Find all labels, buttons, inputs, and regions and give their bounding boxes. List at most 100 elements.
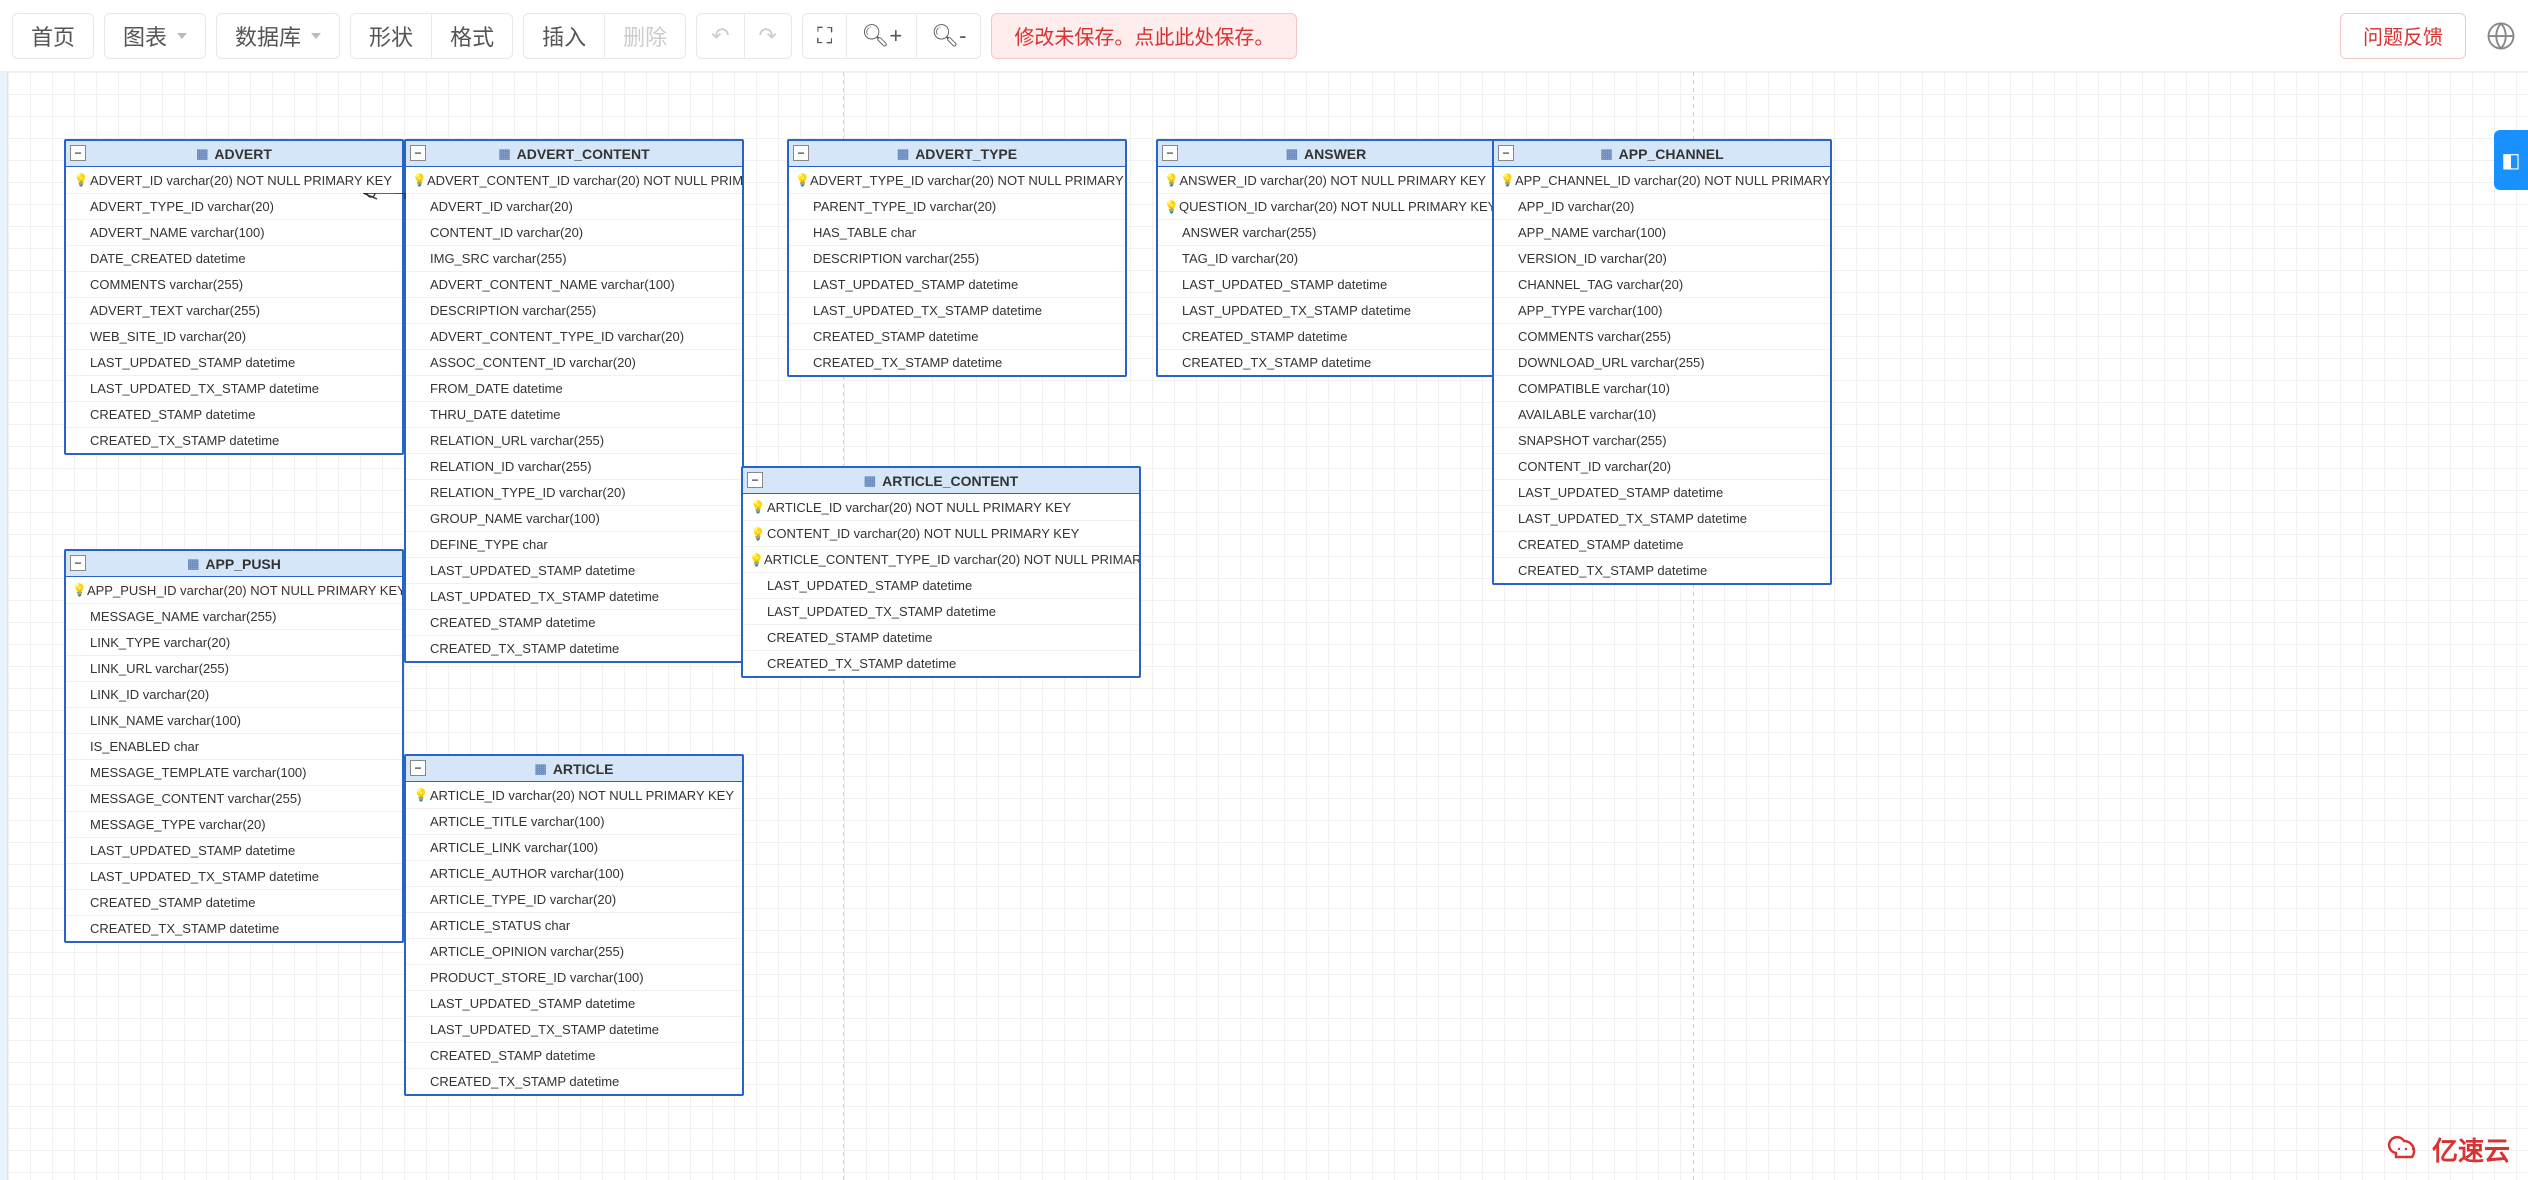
delete-button[interactable]: 删除	[604, 13, 686, 59]
column-row[interactable]: LAST_UPDATED_TX_STAMP datetime	[1158, 297, 1494, 323]
column-row[interactable]: LAST_UPDATED_TX_STAMP datetime	[406, 1016, 742, 1042]
column-row[interactable]: 💡APP_PUSH_ID varchar(20) NOT NULL PRIMAR…	[66, 577, 402, 603]
column-row[interactable]: ADVERT_TYPE_ID varchar(20)	[66, 193, 402, 219]
column-row[interactable]: CREATED_STAMP datetime	[66, 889, 402, 915]
entity-advert_type[interactable]: −▦ADVERT_TYPE💡ADVERT_TYPE_ID varchar(20)…	[787, 139, 1127, 377]
column-row[interactable]: DEFINE_TYPE char	[406, 531, 742, 557]
column-row[interactable]: ADVERT_ID varchar(20)	[406, 193, 742, 219]
column-row[interactable]: ARTICLE_STATUS char	[406, 912, 742, 938]
zoom-out-button[interactable]: 🔍︎-	[916, 13, 981, 59]
column-row[interactable]: CREATED_TX_STAMP datetime	[406, 635, 742, 661]
database-dropdown[interactable]: 数据库	[216, 13, 340, 59]
collapse-toggle[interactable]: −	[410, 145, 426, 161]
zoom-in-button[interactable]: 🔍︎+	[846, 13, 916, 59]
column-row[interactable]: ARTICLE_AUTHOR varchar(100)	[406, 860, 742, 886]
column-row[interactable]: MESSAGE_CONTENT varchar(255)	[66, 785, 402, 811]
column-row[interactable]: LINK_TYPE varchar(20)	[66, 629, 402, 655]
column-row[interactable]: COMMENTS varchar(255)	[1494, 323, 1830, 349]
column-row[interactable]: ARTICLE_LINK varchar(100)	[406, 834, 742, 860]
entity-article_content[interactable]: −▦ARTICLE_CONTENT💡ARTICLE_ID varchar(20)…	[741, 466, 1141, 678]
feedback-button[interactable]: 问题反馈	[2340, 13, 2466, 59]
column-row[interactable]: CREATED_STAMP datetime	[1158, 323, 1494, 349]
collapse-toggle[interactable]: −	[1498, 145, 1514, 161]
column-row[interactable]: PARENT_TYPE_ID varchar(20)	[789, 193, 1125, 219]
column-row[interactable]: LAST_UPDATED_STAMP datetime	[1494, 479, 1830, 505]
column-row[interactable]: DESCRIPTION varchar(255)	[406, 297, 742, 323]
column-row[interactable]: CONTENT_ID varchar(20)	[406, 219, 742, 245]
column-row[interactable]: 💡ARTICLE_ID varchar(20) NOT NULL PRIMARY…	[406, 782, 742, 808]
collapse-toggle[interactable]: −	[1162, 145, 1178, 161]
column-row[interactable]: AVAILABLE varchar(10)	[1494, 401, 1830, 427]
column-row[interactable]: LAST_UPDATED_STAMP datetime	[743, 572, 1139, 598]
column-row[interactable]: APP_NAME varchar(100)	[1494, 219, 1830, 245]
column-row[interactable]: LINK_URL varchar(255)	[66, 655, 402, 681]
column-row[interactable]: FROM_DATE datetime	[406, 375, 742, 401]
collapse-toggle[interactable]: −	[793, 145, 809, 161]
column-row[interactable]: 💡ARTICLE_ID varchar(20) NOT NULL PRIMARY…	[743, 494, 1139, 520]
column-row[interactable]: DESCRIPTION varchar(255)	[789, 245, 1125, 271]
collapse-toggle[interactable]: −	[747, 472, 763, 488]
entity-app_push[interactable]: −▦APP_PUSH💡APP_PUSH_ID varchar(20) NOT N…	[64, 549, 404, 943]
column-row[interactable]: LAST_UPDATED_TX_STAMP datetime	[1494, 505, 1830, 531]
column-row[interactable]: MESSAGE_NAME varchar(255)	[66, 603, 402, 629]
column-row[interactable]: SNAPSHOT varchar(255)	[1494, 427, 1830, 453]
column-row[interactable]: LAST_UPDATED_STAMP datetime	[406, 557, 742, 583]
column-row[interactable]: LAST_UPDATED_STAMP datetime	[1158, 271, 1494, 297]
column-row[interactable]: LAST_UPDATED_STAMP datetime	[66, 837, 402, 863]
column-row[interactable]: CREATED_TX_STAMP datetime	[66, 915, 402, 941]
column-row[interactable]: 💡ADVERT_CONTENT_ID varchar(20) NOT NULL …	[406, 167, 742, 193]
entity-header[interactable]: −▦ADVERT_TYPE	[789, 141, 1125, 167]
entity-header[interactable]: −▦APP_CHANNEL	[1494, 141, 1830, 167]
column-row[interactable]: THRU_DATE datetime	[406, 401, 742, 427]
column-row[interactable]: LAST_UPDATED_STAMP datetime	[789, 271, 1125, 297]
column-row[interactable]: CREATED_STAMP datetime	[66, 401, 402, 427]
column-row[interactable]: APP_TYPE varchar(100)	[1494, 297, 1830, 323]
right-side-tab[interactable]: ◧	[2494, 130, 2528, 190]
column-row[interactable]: CREATED_TX_STAMP datetime	[789, 349, 1125, 375]
column-row[interactable]: WEB_SITE_ID varchar(20)	[66, 323, 402, 349]
entity-header[interactable]: −▦ARTICLE_CONTENT	[743, 468, 1139, 494]
column-row[interactable]: LINK_ID varchar(20)	[66, 681, 402, 707]
column-row[interactable]: 💡CONTENT_ID varchar(20) NOT NULL PRIMARY…	[743, 520, 1139, 546]
entity-advert_content[interactable]: −▦ADVERT_CONTENT💡ADVERT_CONTENT_ID varch…	[404, 139, 744, 663]
column-row[interactable]: CREATED_TX_STAMP datetime	[1494, 557, 1830, 583]
insert-button[interactable]: 插入	[523, 13, 604, 59]
entity-app_channel[interactable]: −▦APP_CHANNEL💡APP_CHANNEL_ID varchar(20)…	[1492, 139, 1832, 585]
column-row[interactable]: APP_ID varchar(20)	[1494, 193, 1830, 219]
column-row[interactable]: CREATED_TX_STAMP datetime	[743, 650, 1139, 676]
column-row[interactable]: ASSOC_CONTENT_ID varchar(20)	[406, 349, 742, 375]
redo-button[interactable]: ↷	[744, 13, 792, 59]
column-row[interactable]: CHANNEL_TAG varchar(20)	[1494, 271, 1830, 297]
collapse-toggle[interactable]: −	[70, 145, 86, 161]
column-row[interactable]: VERSION_ID varchar(20)	[1494, 245, 1830, 271]
column-row[interactable]: 💡ADVERT_ID varchar(20) NOT NULL PRIMARY …	[66, 167, 402, 193]
entity-advert[interactable]: −▦ADVERT💡ADVERT_ID varchar(20) NOT NULL …	[64, 139, 404, 455]
column-row[interactable]: RELATION_URL varchar(255)	[406, 427, 742, 453]
column-row[interactable]: CREATED_TX_STAMP datetime	[1158, 349, 1494, 375]
column-row[interactable]: 💡ARTICLE_CONTENT_TYPE_ID varchar(20) NOT…	[743, 546, 1139, 572]
column-row[interactable]: RELATION_ID varchar(255)	[406, 453, 742, 479]
unsaved-warning[interactable]: 修改未保存。点此此处保存。	[991, 13, 1297, 59]
column-row[interactable]: CREATED_STAMP datetime	[743, 624, 1139, 650]
column-row[interactable]: ADVERT_NAME varchar(100)	[66, 219, 402, 245]
column-row[interactable]: LAST_UPDATED_STAMP datetime	[66, 349, 402, 375]
column-row[interactable]: MESSAGE_TEMPLATE varchar(100)	[66, 759, 402, 785]
column-row[interactable]: LAST_UPDATED_TX_STAMP datetime	[66, 863, 402, 889]
column-row[interactable]: CREATED_TX_STAMP datetime	[406, 1068, 742, 1094]
globe-icon[interactable]	[2486, 21, 2516, 51]
collapse-toggle[interactable]: −	[70, 555, 86, 571]
column-row[interactable]: ADVERT_TEXT varchar(255)	[66, 297, 402, 323]
column-row[interactable]: IMG_SRC varchar(255)	[406, 245, 742, 271]
column-row[interactable]: CREATED_STAMP datetime	[1494, 531, 1830, 557]
column-row[interactable]: 💡ANSWER_ID varchar(20) NOT NULL PRIMARY …	[1158, 167, 1494, 193]
entity-header[interactable]: −▦ADVERT_CONTENT	[406, 141, 742, 167]
column-row[interactable]: LAST_UPDATED_STAMP datetime	[406, 990, 742, 1016]
column-row[interactable]: CREATED_STAMP datetime	[406, 609, 742, 635]
column-row[interactable]: TAG_ID varchar(20)	[1158, 245, 1494, 271]
fit-button[interactable]: ⛶	[802, 13, 846, 59]
format-button[interactable]: 格式	[431, 13, 513, 59]
column-row[interactable]: COMPATIBLE varchar(10)	[1494, 375, 1830, 401]
column-row[interactable]: COMMENTS varchar(255)	[66, 271, 402, 297]
column-row[interactable]: ADVERT_CONTENT_TYPE_ID varchar(20)	[406, 323, 742, 349]
home-button[interactable]: 首页	[12, 13, 94, 59]
